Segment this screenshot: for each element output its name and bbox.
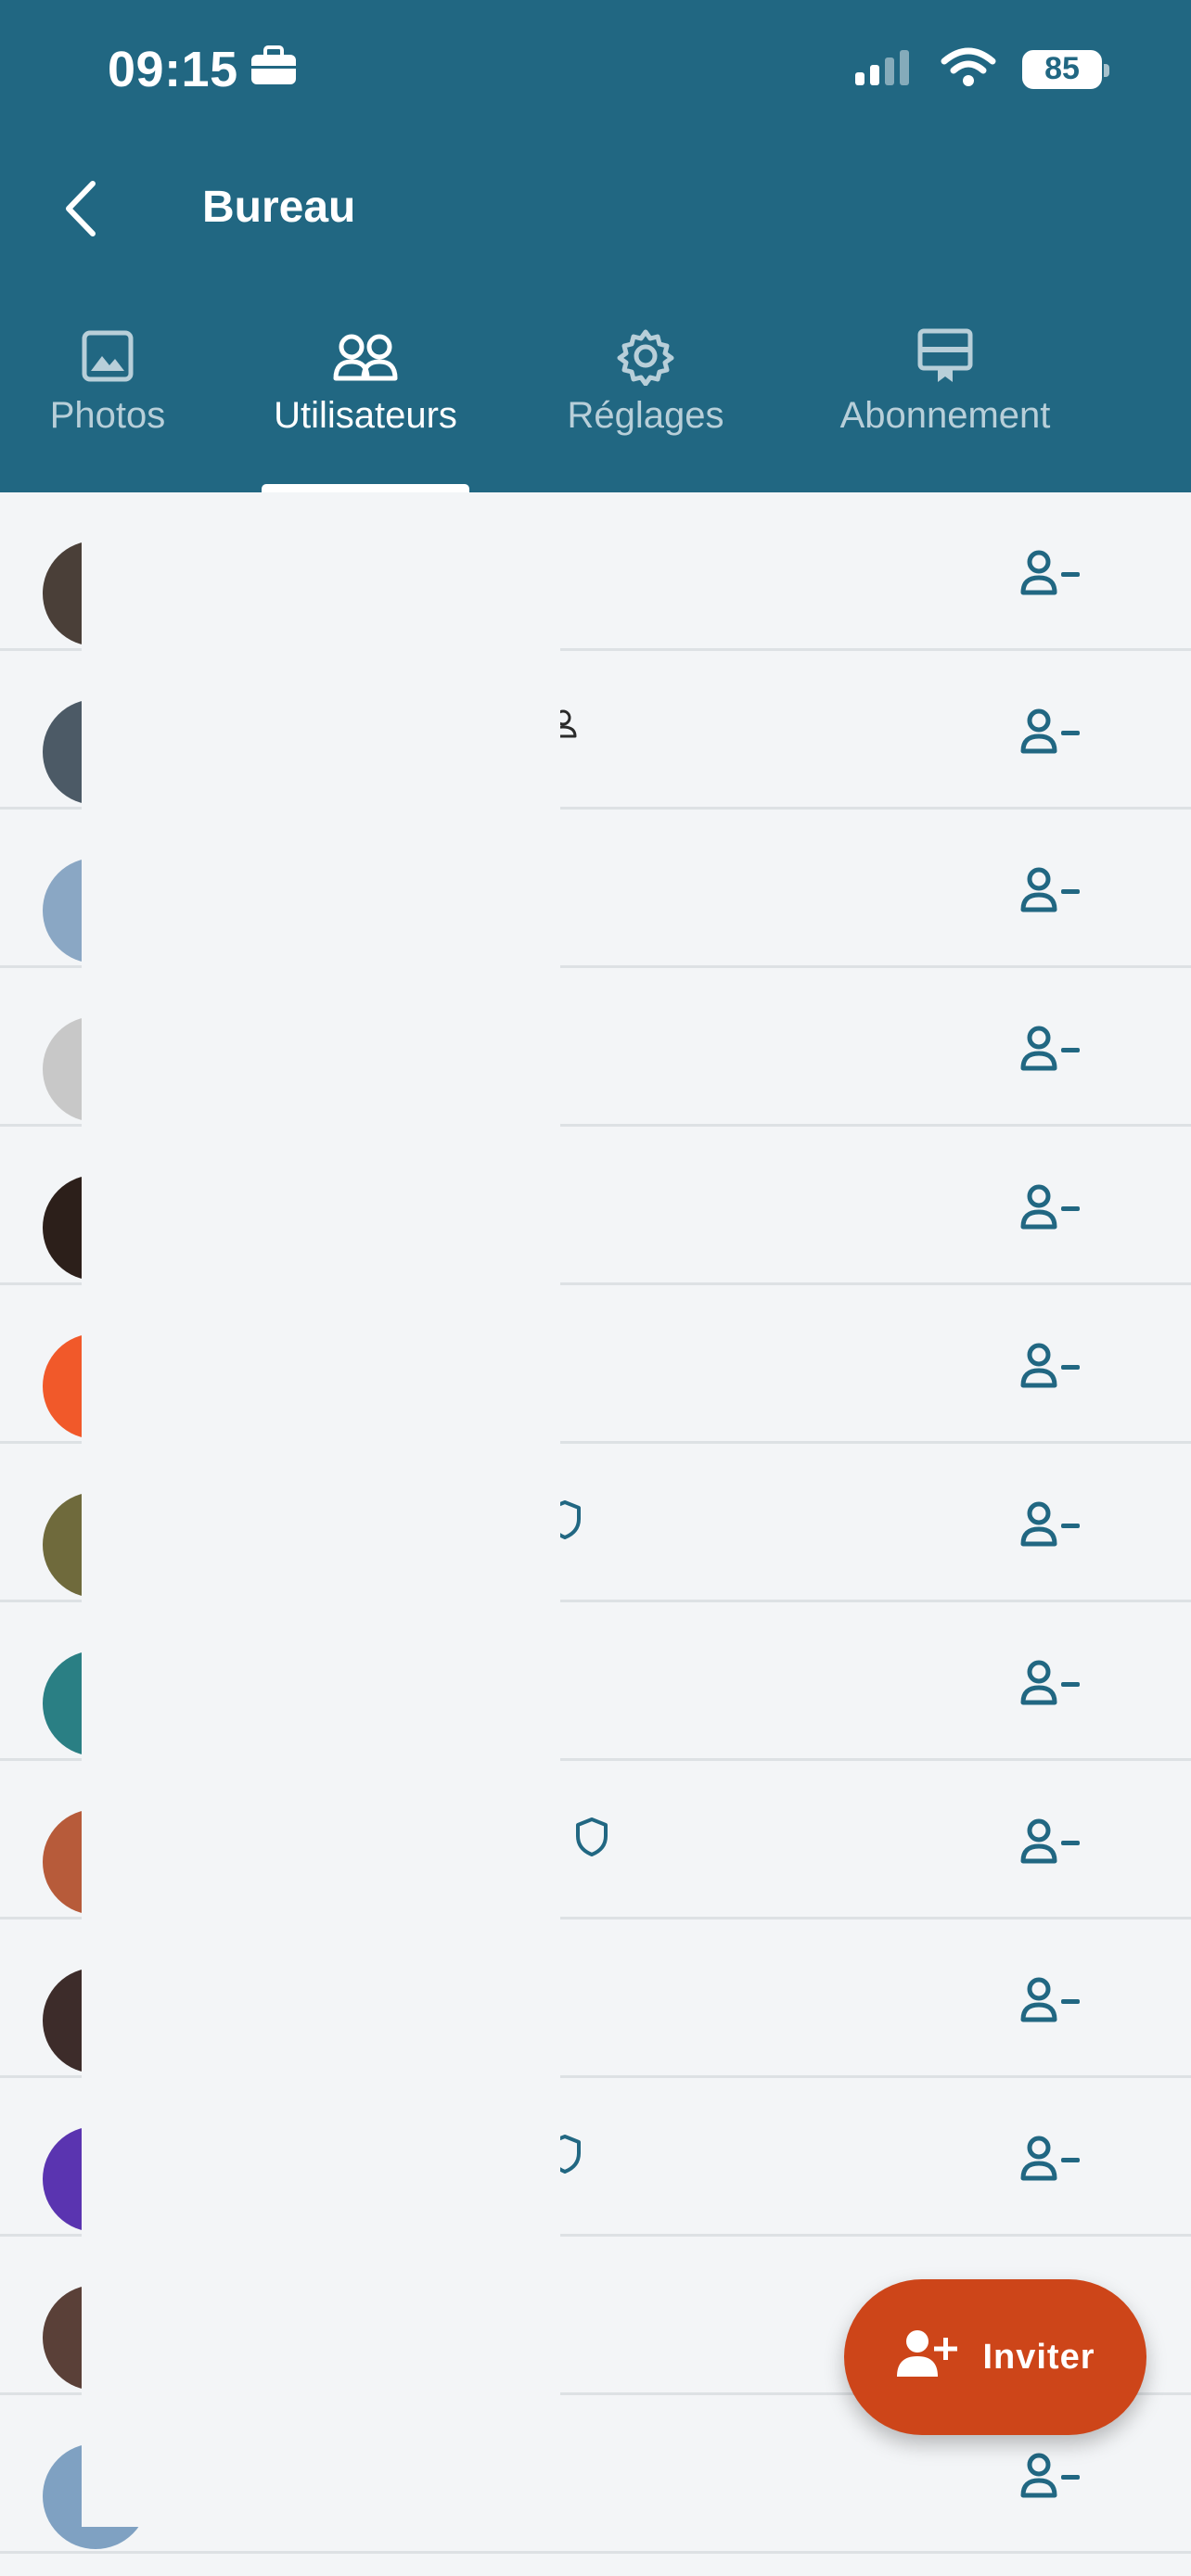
image-icon: [80, 325, 135, 388]
invite-label: Inviter: [982, 2337, 1095, 2377]
tab-label: Abonnement: [839, 395, 1051, 436]
wifi-icon: [941, 46, 996, 92]
page-title: Bureau: [202, 183, 356, 232]
status-icons: 85: [853, 46, 1109, 92]
person-remove-icon: [1020, 1026, 1083, 1077]
status-time: 09:15: [108, 41, 298, 98]
remove-user-button[interactable]: [1015, 1335, 1089, 1400]
briefcase-icon: [250, 41, 298, 98]
person-remove-icon: [1020, 1660, 1083, 1711]
remove-user-button[interactable]: [1015, 1018, 1089, 1083]
tab-subscription[interactable]: Abonnement: [814, 325, 1076, 492]
person-remove-icon: [1020, 1184, 1083, 1235]
active-tab-indicator: [262, 484, 469, 492]
battery-indicator: 85: [1022, 49, 1109, 89]
person-remove-icon: [1020, 867, 1083, 918]
tab-label: Utilisateurs: [274, 395, 457, 436]
users-icon: [333, 325, 398, 388]
person-remove-icon: [1020, 1501, 1083, 1552]
person-remove-icon: [1020, 550, 1083, 601]
remove-user-button[interactable]: [1015, 542, 1089, 607]
gear-icon: [616, 325, 675, 388]
remove-user-button[interactable]: [1015, 1177, 1089, 1242]
tab-photos[interactable]: Photos: [28, 325, 187, 492]
person-remove-icon: [1020, 1818, 1083, 1869]
tab-label: Réglages: [567, 395, 724, 436]
signal-icon: [853, 48, 915, 90]
invite-button[interactable]: Inviter: [844, 2279, 1146, 2435]
tab-bar: Photos Utilisateurs Réglages Abonnement: [0, 325, 1191, 492]
person-remove-icon: [1020, 2136, 1083, 2187]
remove-user-button[interactable]: [1015, 2445, 1089, 2510]
person-remove-icon: [1020, 1343, 1083, 1394]
person-remove-icon: [1020, 1977, 1083, 2028]
tab-users[interactable]: Utilisateurs: [243, 325, 488, 492]
tab-label: Photos: [49, 395, 166, 436]
remove-user-button[interactable]: [1015, 1494, 1089, 1559]
remove-user-button[interactable]: [1015, 1811, 1089, 1876]
time-label: 09:15: [108, 42, 238, 97]
person-remove-icon: [1020, 2453, 1083, 2504]
person-add-icon: [895, 2327, 960, 2388]
remove-user-button[interactable]: [1015, 2128, 1089, 2193]
person-remove-icon: [1020, 708, 1083, 759]
remove-user-button[interactable]: [1015, 701, 1089, 766]
subscription-icon: [916, 325, 975, 388]
redaction-block: [82, 519, 560, 2527]
remove-user-button[interactable]: [1015, 1970, 1089, 2034]
remove-user-button[interactable]: [1015, 860, 1089, 925]
chevron-left-icon: [61, 180, 98, 242]
back-button[interactable]: [52, 178, 108, 243]
shield-icon: [574, 1817, 609, 1867]
status-bar: 09:15 85: [0, 0, 1191, 139]
nav-bar: Bureau: [0, 167, 1191, 250]
remove-user-button[interactable]: [1015, 1652, 1089, 1717]
app-header: 09:15 85 Bureau Photos Utilisateurs Régl…: [0, 0, 1191, 492]
tab-settings[interactable]: Réglages: [547, 325, 744, 492]
